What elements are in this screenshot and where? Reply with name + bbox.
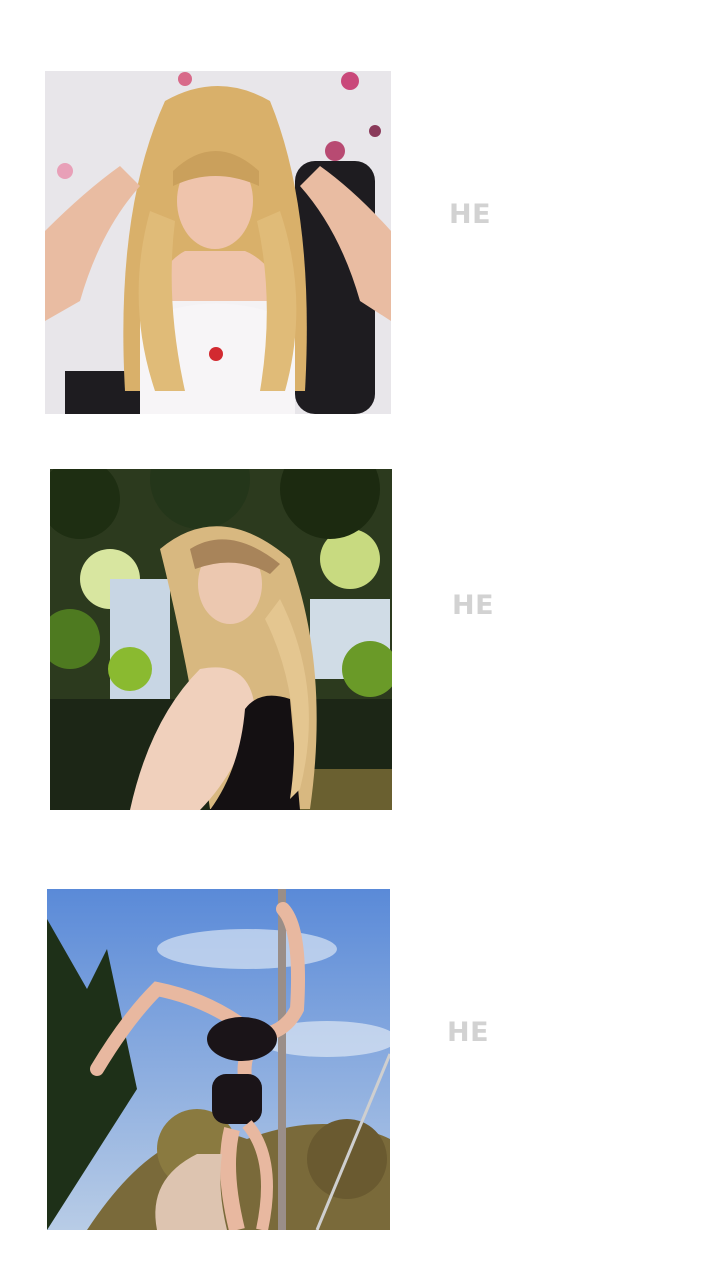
feed-page: HE HE HE bbox=[0, 0, 720, 1280]
photo-image bbox=[50, 469, 392, 810]
card-label: HE bbox=[452, 590, 495, 621]
photo-woman-pole-dance-outdoor[interactable] bbox=[47, 889, 390, 1230]
photo-woman-blonde-garden[interactable] bbox=[50, 469, 392, 810]
photo-image bbox=[47, 889, 390, 1230]
card-label: HE bbox=[449, 199, 492, 230]
photo-image bbox=[45, 71, 391, 414]
card-label: HE bbox=[447, 1017, 490, 1048]
photo-woman-blonde-white-top[interactable] bbox=[45, 71, 391, 414]
